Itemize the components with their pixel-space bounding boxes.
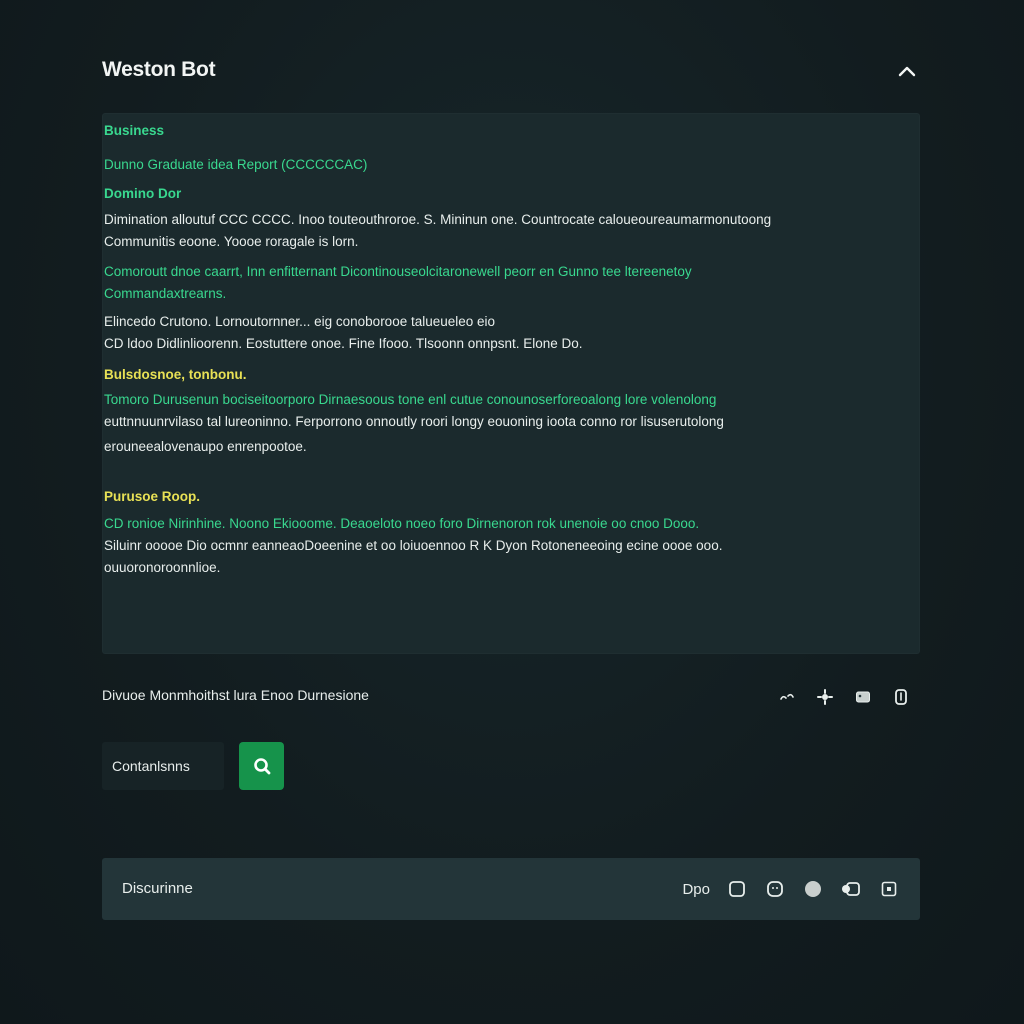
text-line: Commandaxtrearns. <box>104 286 227 301</box>
text-line: Dimination alloutuf CCC CCCC. Inoo toute… <box>104 212 772 227</box>
bottom-action-text[interactable]: Dpo <box>682 881 710 898</box>
text-line: ouuoronoroonnlioe. <box>104 560 221 575</box>
section-heading: Domino Dor <box>104 184 864 204</box>
text-line: CD ronioe Nirinhine. Noono Ekiooome. Dea… <box>104 516 700 531</box>
paragraph: Dimination alloutuf CCC CCCC. Inoo toute… <box>104 209 864 253</box>
page-title: Weston Bot <box>102 58 216 81</box>
toolbar: Divuoe Monmhoithst lura Enoo Durnesione <box>102 684 920 710</box>
smile-icon <box>767 881 783 897</box>
text-line: Purusoe Roop. <box>104 489 201 504</box>
expand-icon <box>881 881 897 897</box>
bottom-bar: Discurinne Dpo <box>102 858 920 920</box>
link-icon <box>780 693 794 700</box>
copy-button[interactable] <box>882 684 920 710</box>
link-button[interactable] <box>768 684 806 710</box>
text-line: Communitis eoone. Yoooe roragale is lorn… <box>104 234 359 249</box>
text-line: Siluinr ooooe Dio ocmnr eanneaoDoeenine … <box>104 538 723 553</box>
bottom-bar-tools: Dpo <box>682 876 906 902</box>
app-window: Weston Bot Business Dunno Graduate idea … <box>102 0 920 1024</box>
image-icon <box>856 691 870 703</box>
attach-button[interactable] <box>834 876 868 902</box>
section-heading: Bulsdosnoe, tonbonu. <box>104 365 864 385</box>
copy-icon <box>895 689 907 705</box>
expand-button[interactable] <box>872 876 906 902</box>
paragraph: Tomoro Durusenun bociseitoorporo Dirnaes… <box>104 389 864 458</box>
toolbar-icons <box>768 684 920 710</box>
image-button[interactable] <box>844 684 882 710</box>
bottom-bar-label: Discurinne <box>122 880 193 897</box>
text-line: CD ldoo Didlinlioorenn. Eostuttere onoe.… <box>104 336 583 351</box>
text-line: Tomoro Durusenun bociseitoorporo Dirnaes… <box>104 392 717 407</box>
text-line: euttnnuunrvilaso tal lureoninno. Ferporr… <box>104 414 724 429</box>
square-icon <box>729 881 745 897</box>
paragraph: Comoroutt dnoe caarrt, Inn enfitternant … <box>104 261 864 305</box>
attachment-icon <box>842 882 860 896</box>
gear-icon <box>817 689 833 705</box>
chevron-up-icon <box>898 66 916 77</box>
record-button[interactable] <box>796 876 830 902</box>
header: Weston Bot <box>102 54 920 90</box>
paragraph: Dunno Graduate idea Report (CCCCCCAC) <box>104 154 864 176</box>
paragraph: CD ronioe Nirinhine. Noono Ekiooome. Dea… <box>104 513 864 579</box>
text-line: Comoroutt dnoe caarrt, Inn enfitternant … <box>104 264 692 279</box>
section-heading: Business <box>104 121 864 141</box>
paragraph: Elincedo Crutono. Lornoutornner... eig c… <box>104 311 864 355</box>
text-line: Bulsdosnoe, tonbonu. <box>104 367 247 382</box>
output-content: Business Dunno Graduate idea Report (CCC… <box>104 121 864 579</box>
text-line: Domino Dor <box>104 186 182 201</box>
emoji-button[interactable] <box>758 876 792 902</box>
search-icon <box>253 758 270 775</box>
settings-button[interactable] <box>806 684 844 710</box>
section-heading: Purusoe Roop. <box>104 487 864 507</box>
search-input[interactable] <box>102 742 224 790</box>
toolbar-label: Divuoe Monmhoithst lura Enoo Durnesione <box>102 687 369 703</box>
search-button[interactable] <box>239 742 284 790</box>
text-line: Dunno Graduate idea Report (CCCCCCAC) <box>104 157 368 172</box>
collapse-button[interactable] <box>894 58 920 84</box>
text-line: Business <box>104 123 165 138</box>
circle-icon <box>805 881 821 897</box>
text-line: Elincedo Crutono. Lornoutornner... eig c… <box>104 314 496 329</box>
text-line: erouneealovenaupo enrenpootoe. <box>104 439 307 454</box>
output-panel: Business Dunno Graduate idea Report (CCC… <box>102 113 920 654</box>
checkbox-button[interactable] <box>720 876 754 902</box>
search-row <box>102 742 920 790</box>
